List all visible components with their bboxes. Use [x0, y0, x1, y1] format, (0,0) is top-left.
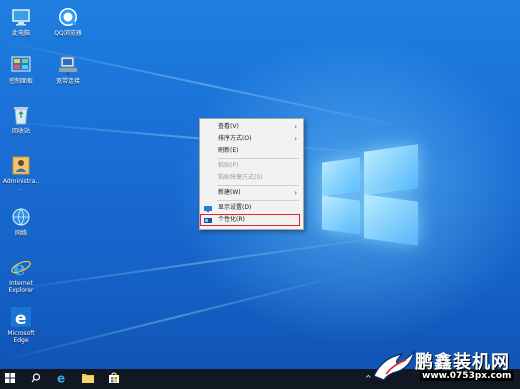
taskbar-store-button[interactable] — [104, 369, 124, 389]
folder-icon — [82, 373, 94, 386]
tray-overflow-chevron-icon[interactable]: ^ — [365, 374, 372, 383]
desktop-icon-qq-browser[interactable]: QQ浏览器 — [48, 6, 88, 37]
edge-icon: e — [10, 306, 32, 329]
this-pc-icon — [10, 6, 32, 28]
desktop-icon-label: 网络 — [14, 230, 27, 237]
desktop-icon-label: 此电脑 — [11, 30, 30, 37]
svg-text:e: e — [57, 372, 65, 384]
menu-item-label: 新建(W) — [218, 189, 241, 196]
recycle-bin-icon — [10, 104, 32, 126]
menu-item-label: 查看(V) — [218, 123, 239, 130]
desktop-icon-recycle-bin[interactable]: 回收站 — [2, 104, 40, 135]
network-icon — [10, 206, 32, 228]
store-bag-icon — [108, 372, 120, 387]
desktop-icon-label: 控制面板 — [8, 78, 33, 85]
menu-item-display-settings[interactable]: 显示设置(D) — [200, 202, 303, 214]
desktop-icon-label: QQ浏览器 — [54, 30, 82, 37]
desktop-icon-network[interactable]: 网络 — [2, 206, 40, 237]
svg-text:e: e — [15, 309, 27, 328]
watermark-url: www.0753px.com — [420, 371, 514, 381]
search-button[interactable] — [26, 369, 46, 389]
menu-item-paste-shortcut: 粘贴快捷方式(S) — [200, 172, 303, 184]
ie-icon: e — [10, 256, 32, 280]
desktop-icon-control-panel[interactable]: 控制面板 — [2, 54, 40, 85]
menu-separator — [217, 158, 299, 159]
svg-text:e: e — [13, 256, 26, 278]
control-panel-icon — [10, 54, 32, 76]
desktop-icon-label: 回收站 — [11, 128, 30, 135]
taskbar-edge-button[interactable]: e — [52, 369, 72, 389]
menu-item-refresh[interactable]: 刷新(E) — [200, 145, 303, 157]
light-ray — [0, 272, 350, 362]
admin-user-icon — [10, 154, 32, 176]
desktop-icon-label: Internet Explorer — [8, 280, 34, 294]
start-button[interactable] — [0, 369, 20, 389]
highlight-box — [200, 214, 300, 226]
menu-item-view[interactable]: 查看(V) › — [200, 121, 303, 133]
desktop-icon-edge[interactable]: e Microsoft Edge — [2, 306, 40, 344]
watermark-bird-logo — [372, 350, 416, 382]
display-settings-icon — [204, 205, 212, 212]
desktop-icon-label: Administra... — [2, 178, 40, 192]
desktop-icon-ie[interactable]: e Internet Explorer — [2, 256, 40, 294]
edge-icon: e — [56, 371, 68, 387]
broadband-icon — [57, 54, 79, 76]
qq-browser-icon — [57, 6, 79, 28]
desktop-icon-administrator[interactable]: Administra... — [2, 154, 40, 192]
menu-item-label: 刷新(E) — [218, 147, 239, 154]
desktop-icon-this-pc[interactable]: 此电脑 — [2, 6, 40, 37]
menu-separator — [217, 200, 299, 201]
menu-item-sort-by[interactable]: 排序方式(O) › — [200, 133, 303, 145]
watermark: 鹏鑫装机网 www.0753px.com — [372, 346, 520, 389]
windows-start-icon — [5, 372, 15, 386]
menu-item-label: 排序方式(O) — [218, 135, 252, 142]
desktop-icon-label: Microsoft Edge — [7, 330, 35, 344]
menu-item-label: 显示设置(D) — [218, 204, 252, 211]
submenu-arrow-icon: › — [294, 189, 297, 197]
desktop-icon-broadband[interactable]: 宽带连接 — [48, 54, 88, 85]
search-icon — [31, 372, 41, 386]
windows-logo — [322, 144, 422, 246]
submenu-arrow-icon: › — [294, 135, 297, 143]
menu-item-label: 粘贴快捷方式(S) — [218, 174, 263, 181]
menu-item-label: 粘贴(P) — [218, 162, 239, 169]
menu-separator — [217, 185, 299, 186]
menu-item-new[interactable]: 新建(W) › — [200, 187, 303, 199]
taskbar-file-explorer-button[interactable] — [78, 369, 98, 389]
submenu-arrow-icon: › — [294, 123, 297, 131]
menu-item-paste: 粘贴(P) — [200, 160, 303, 172]
desktop-icon-label: 宽带连接 — [55, 78, 80, 85]
